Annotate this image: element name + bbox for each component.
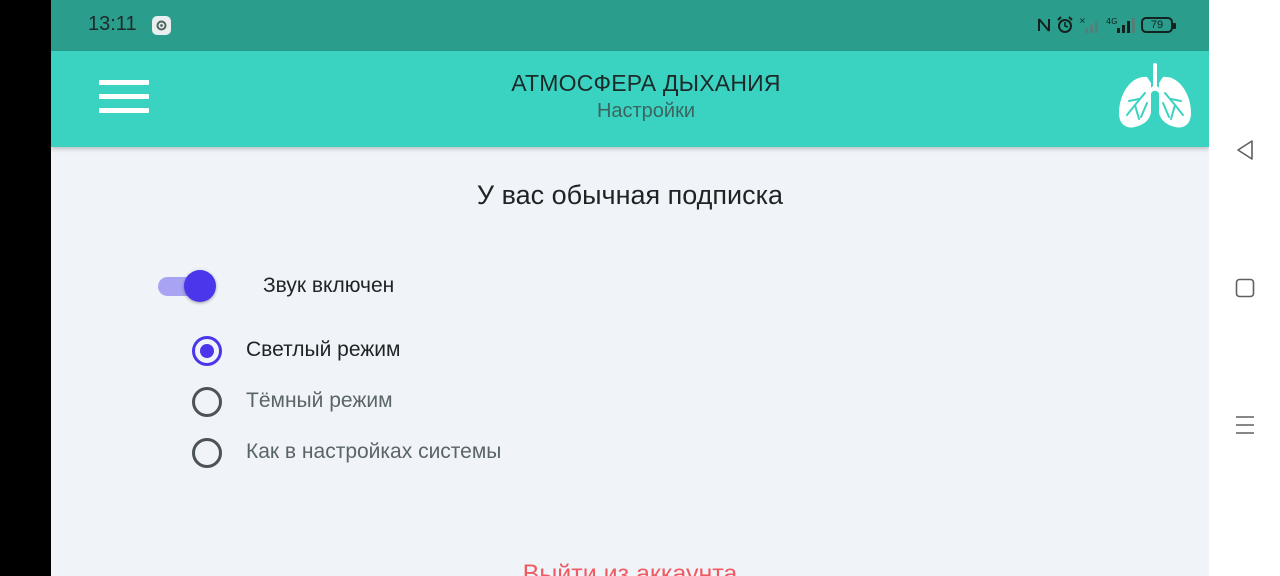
radio-button-checked[interactable] [192,336,222,366]
recents-icon[interactable] [1232,412,1258,438]
battery-icon: 79 [1141,17,1176,33]
svg-text:4G: 4G [1106,17,1117,26]
app-title: АТМОСФЕРА ДЫХАНИЯ [511,70,781,96]
subscription-status: У вас обычная подписка [476,180,784,210]
left-bezel [0,0,51,576]
signal-sim1-icon: × [1079,16,1098,33]
svg-text:×: × [1079,16,1086,25]
status-bar: 13:11 × 4G 79 [51,0,1209,51]
signal-sim2-icon: 4G [1106,17,1135,33]
radio-button[interactable] [192,438,222,468]
back-icon[interactable] [1232,137,1258,163]
status-time: 13:11 [88,13,137,35]
battery-level: 79 [1150,18,1164,31]
logout-button[interactable]: Выйти из аккаунта [51,560,1209,576]
battery-tip [1173,23,1176,29]
sound-toggle[interactable] [157,270,217,302]
nfc-icon [1038,18,1050,32]
status-icons: × 4G 79 [1037,13,1176,37]
theme-option-label: Тёмный режим [246,389,393,412]
app-screen: 13:11 × 4G 79 АТМОСФЕРА ДЫХАНИЯ Настройк… [51,0,1209,576]
device-frame: 13:11 × 4G 79 АТМОСФЕРА ДЫХАНИЯ Настройк… [0,0,1280,576]
screen-subtitle: Настройки [596,100,696,122]
app-bar: АТМОСФЕРА ДЫХАНИЯ Настройки [51,51,1209,147]
lungs-icon [1119,63,1191,128]
radio-button[interactable] [192,387,222,417]
sound-toggle-thumb [184,270,216,302]
theme-option-label: Как в настройках системы [246,440,502,463]
alarm-icon [1057,16,1073,33]
sound-toggle-label: Звук включен [263,274,395,297]
home-icon[interactable] [1232,275,1258,301]
theme-option-label: Светлый режим [246,338,401,361]
settings-notification-icon [152,16,171,35]
